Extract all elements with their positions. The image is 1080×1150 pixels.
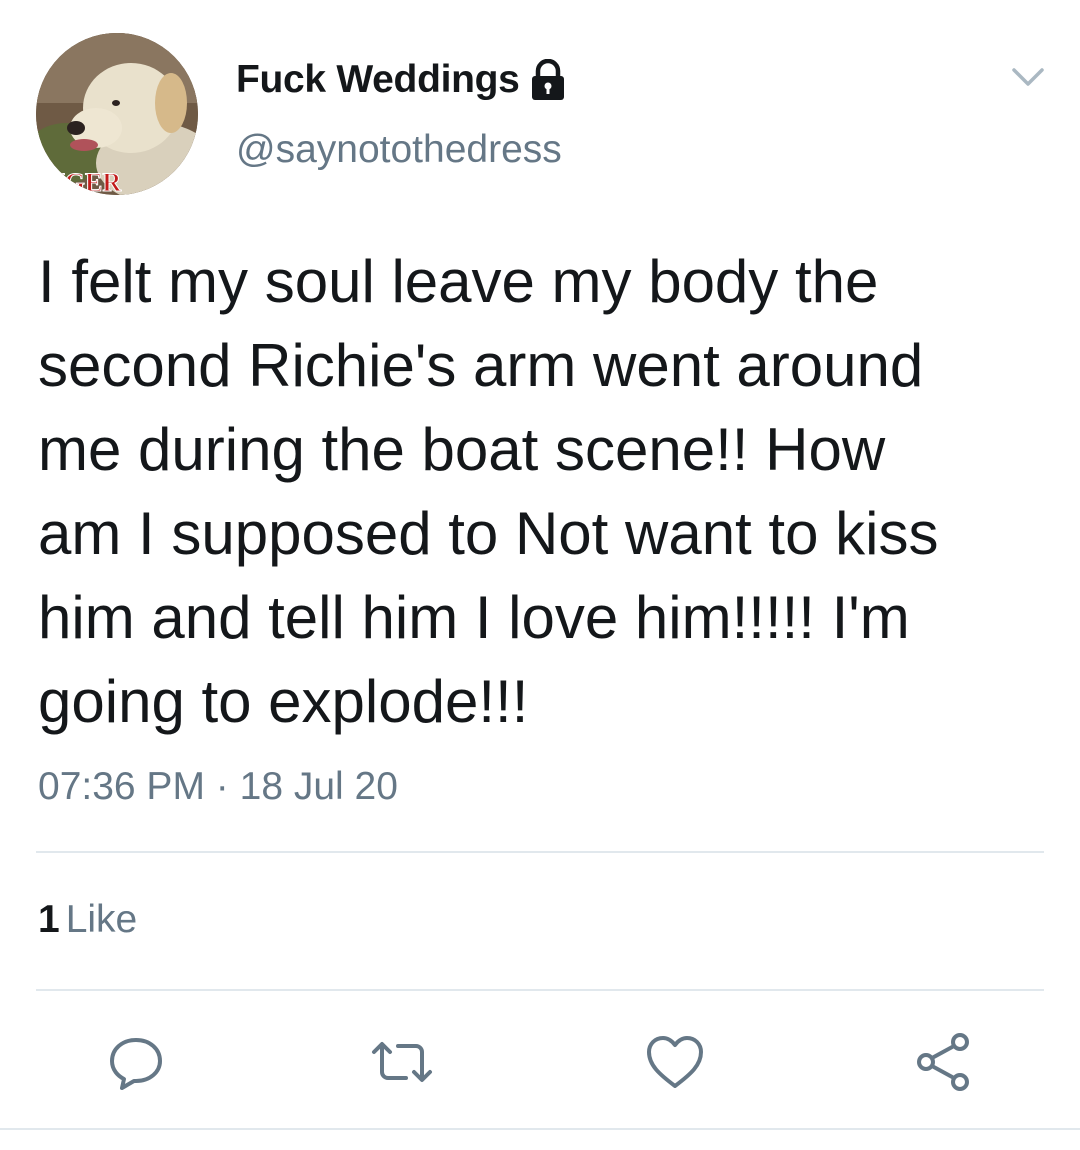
- divider: [36, 989, 1044, 991]
- reply-icon[interactable]: [104, 1030, 168, 1094]
- likes-count[interactable]: 1 Like: [38, 898, 137, 942]
- tweet-card: NGER Fuck Weddings @saynotothedress I fe…: [0, 0, 1080, 1150]
- avatar-caption: NGER: [46, 168, 121, 195]
- user-handle[interactable]: @saynotothedress: [236, 128, 562, 172]
- divider: [36, 851, 1044, 853]
- like-count-label: Like: [65, 898, 138, 941]
- retweet-icon[interactable]: [370, 1030, 434, 1094]
- display-name[interactable]: Fuck Weddings: [236, 58, 520, 102]
- lock-icon: [528, 58, 568, 101]
- avatar[interactable]: NGER: [36, 33, 198, 195]
- display-name-row: Fuck Weddings: [236, 56, 568, 104]
- like-count-number: 1: [38, 898, 60, 941]
- tweet-text: I felt my soul leave my body the second …: [38, 248, 939, 735]
- share-icon[interactable]: [912, 1030, 976, 1094]
- tweet-date: 18 Jul 20: [239, 765, 398, 808]
- chevron-down-icon[interactable]: [1008, 62, 1048, 92]
- timestamp-separator: ·: [215, 765, 229, 808]
- timestamp[interactable]: 07:36 PM · 18 Jul 20: [38, 765, 398, 809]
- divider: [0, 1128, 1080, 1130]
- heart-icon[interactable]: [643, 1030, 707, 1094]
- avatar-dog-image: NGER: [36, 33, 198, 195]
- tweet-time: 07:36 PM: [38, 765, 205, 808]
